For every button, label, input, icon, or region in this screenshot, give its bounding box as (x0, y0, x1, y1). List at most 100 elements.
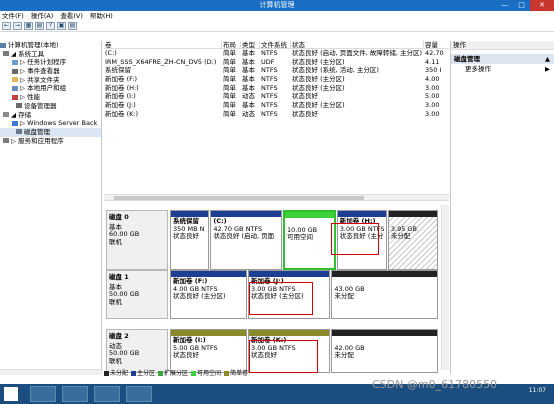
volume-row[interactable]: 系统保留 简单 基本 NTFS 状态良好 (系统, 活动, 主分区) 350 I (104, 66, 449, 75)
col-type[interactable]: 类型 (241, 41, 260, 48)
volume-row[interactable]: 新加卷 (F:) 简单 基本 NTFS 状态良好 (主分区) 4.00 (104, 75, 449, 84)
actions-header: 操作 (451, 41, 554, 50)
tree-item-label: ▷ 共享文件夹 (20, 75, 60, 84)
back-button[interactable]: ← (2, 22, 11, 30)
partition[interactable]: 3.95 GB 未分配 (387, 210, 438, 270)
actions-section-label: 磁盘管理 (454, 55, 480, 63)
partition[interactable]: (C:) 42.70 GB NTFS 状态良好 (启动, 页面 (210, 210, 282, 270)
volume-cell: 状态良好 (主分区) (292, 57, 345, 66)
list-button[interactable]: ▤ (35, 22, 44, 30)
partition[interactable]: 新加卷 (I:) 5.00 GB NTFS 状态良好 (170, 329, 247, 373)
tree-scrollbar[interactable] (0, 369, 102, 375)
tree-item[interactable]: ▷ 任务计划程序 (0, 58, 101, 67)
minimize-button[interactable]: — (496, 0, 513, 11)
partition[interactable]: 43.00 GB 未分配 (331, 270, 438, 319)
partition-details: 43.00 GB 未分配 (332, 277, 437, 302)
tree-item-label: ▷ 服务和应用程序 (11, 136, 64, 145)
menu-action[interactable]: 操作(A) (31, 11, 54, 21)
col-filesystem[interactable]: 文件系统 (260, 41, 291, 48)
volume-cell: 简单 (223, 109, 236, 118)
tree-item[interactable]: ▷ Windows Server Back (0, 119, 101, 128)
partition[interactable]: 系统保留 350 MB N 状态良好 (170, 210, 210, 270)
volume-row[interactable]: (C:) 简单 基本 NTFS 状态良好 (启动, 页面文件, 故障转储, 主分区) 42… (104, 49, 449, 58)
volume-cell: 基本 (242, 101, 255, 110)
start-button[interactable] (4, 387, 18, 401)
tree-item-label: 计算机管理(本地) (8, 41, 59, 49)
submenu-arrow-icon: ▶ (545, 65, 550, 73)
partition[interactable]: 新加卷 (F:) 4.00 GB NTFS 状态良好 (主分区) (170, 270, 247, 319)
partition-details: 新加卷 (F:) 4.00 GB NTFS 状态良好 (主分区) (171, 277, 246, 302)
volume-list-hscroll[interactable] (104, 194, 449, 201)
partition[interactable]: 10.00 GB 可用空间 (282, 210, 336, 270)
disk-map-vscroll[interactable] (441, 205, 449, 370)
actions-pane: 操作 磁盘管理 ▲ 更多操作 ▶ (450, 41, 554, 374)
disk-icon (16, 129, 22, 135)
volume-cell: 350 I (425, 66, 442, 75)
col-volume[interactable]: 卷 (104, 41, 222, 48)
taskbar-app-computer-management[interactable] (126, 386, 152, 402)
menu-view[interactable]: 查看(V) (60, 11, 83, 21)
tree-item[interactable]: ▷ 服务和应用程序 (0, 137, 101, 146)
tree-item-label: 设备管理器 (24, 101, 57, 110)
maximize-button[interactable]: □ (513, 0, 530, 11)
backup-icon (12, 120, 18, 126)
scroll-thumb[interactable] (114, 196, 364, 200)
volume-row[interactable]: IRM_SSS_X64FRE_ZH-CN_DV5 (D:) 简单 基本 UDF 状态良好… (104, 58, 449, 67)
tree-item[interactable]: ▷ 性能 (0, 93, 101, 102)
tree-item[interactable]: ◢ 存储 (0, 111, 101, 120)
disk-label[interactable]: 磁盘 1 基本 50.00 GB 联机 (106, 270, 168, 319)
volume-cell: 基本 (242, 66, 255, 75)
col-capacity[interactable]: 容量 (424, 41, 449, 48)
tree-item[interactable]: ▷ 本地用户和组 (0, 84, 101, 93)
tree-item-label: ▷ 本地用户和组 (20, 84, 67, 93)
volume-cell: NTFS (261, 109, 278, 118)
tree-item[interactable]: 磁盘管理 (0, 127, 101, 137)
actions-section[interactable]: 磁盘管理 ▲ (451, 54, 554, 64)
tree-item[interactable]: 计算机管理(本地) (0, 41, 101, 50)
taskbar-clock[interactable]: 11:07 (529, 387, 546, 394)
taskbar-app-powershell[interactable] (62, 386, 88, 402)
show-tree-button[interactable]: ▦ (24, 22, 33, 30)
menu-help[interactable]: 帮助(H) (90, 11, 113, 21)
partition-details: 3.95 GB 未分配 (389, 217, 437, 242)
services-icon (3, 138, 9, 144)
volume-cell: 新加卷 (K:) (105, 109, 139, 118)
volume-row[interactable]: 新加卷 (H:) 简单 基本 NTFS 状态良好 (主分区) 3.00 (104, 84, 449, 93)
disk-label[interactable]: 磁盘 2 动态 50.00 GB 联机 (106, 329, 168, 373)
tree-item[interactable]: ▷ 事件查看器 (0, 67, 101, 76)
volume-row[interactable]: 新加卷 (K:) 简单 动态 NTFS 状态良好 3.00 (104, 110, 449, 119)
disk-label[interactable]: 磁盘 0 基本 60.00 GB 联机 (106, 210, 168, 270)
col-layout[interactable]: 布局 (222, 41, 241, 48)
volume-row[interactable]: 新加卷 (I:) 简单 动态 NTFS 状态良好 5.00 (104, 92, 449, 101)
volume-row[interactable]: 新加卷 (J:) 简单 基本 NTFS 状态良好 (主分区) 3.00 (104, 101, 449, 110)
tree-item[interactable]: 设备管理器 (0, 102, 101, 111)
tree-item-label: ▷ 任务计划程序 (20, 58, 67, 67)
disk-info: 联机 (109, 356, 122, 365)
help-button[interactable]: ? (46, 22, 55, 30)
col-status[interactable]: 状态 (291, 41, 424, 48)
highlight-box-k (249, 340, 318, 373)
folder-icon (12, 77, 18, 83)
volume-cell: 状态良好 (主分区) (292, 83, 345, 92)
volume-cell: NTFS (261, 66, 278, 75)
legend-label: 主分区 (137, 370, 156, 377)
menu-file[interactable]: 文件(F) (2, 11, 24, 21)
tree-item[interactable]: ◢ 系统工具 (0, 50, 101, 59)
partition[interactable]: 42.00 GB 未分配 (331, 329, 438, 373)
more-actions-item[interactable]: 更多操作 ▶ (451, 64, 554, 74)
volume-cell: 3.00 (425, 109, 440, 118)
view-button[interactable]: ▤ (68, 22, 77, 30)
disk-row: 磁盘 0 基本 60.00 GB 联机 系统保留 350 MB N 状态良好 (C:) 42.7… (106, 210, 439, 270)
tree-item-label: ◢ 存储 (11, 110, 32, 119)
volume-cell: 简单 (223, 83, 236, 92)
taskbar-app-explorer[interactable] (94, 386, 120, 402)
close-button[interactable]: ✕ (530, 0, 554, 11)
partition-info: 状态良好 (启动, 页面 (213, 232, 275, 240)
properties-button[interactable]: ▣ (57, 22, 66, 30)
toolbar: ← → ▦ ▤ ? ▣ ▤ (0, 21, 554, 32)
tree-item[interactable]: ▷ 共享文件夹 (0, 76, 101, 85)
taskbar-app-server-manager[interactable] (30, 386, 56, 402)
forward-button[interactable]: → (13, 22, 22, 30)
collapse-icon[interactable]: ▲ (545, 54, 550, 64)
legend-item: 未分配 (104, 370, 128, 377)
